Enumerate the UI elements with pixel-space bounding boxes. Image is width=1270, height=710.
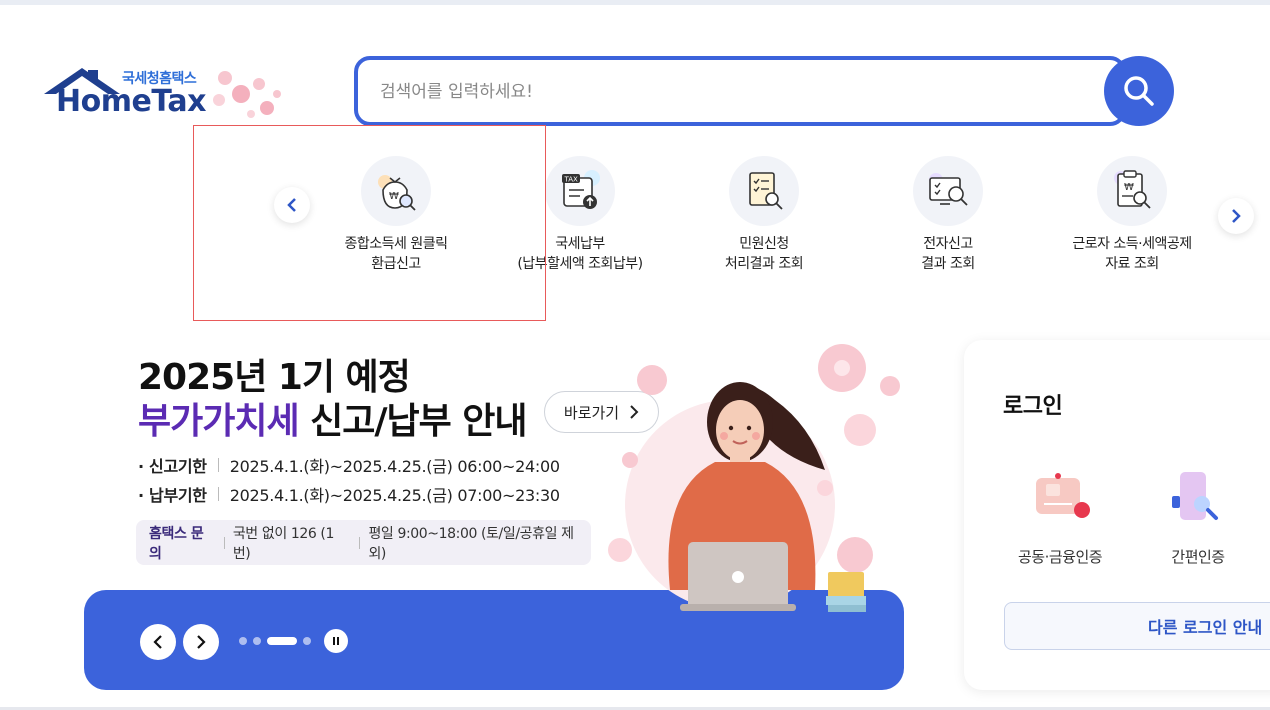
certificate-login-label: 공동·금융인증 bbox=[1018, 548, 1103, 566]
payment-period: · 납부기한 2025.4.1.(화)~2025.4.25.(금) 07:00~… bbox=[138, 482, 560, 506]
receipt-search-icon: ₩ bbox=[1097, 156, 1167, 226]
divider bbox=[359, 536, 361, 549]
slide-dot[interactable] bbox=[239, 637, 247, 645]
search-icon bbox=[1124, 76, 1154, 106]
filing-period-label: · 신고기한 bbox=[138, 457, 207, 476]
certificate-login-button[interactable]: 공동·금융인증 bbox=[1018, 470, 1103, 567]
divider bbox=[217, 487, 219, 501]
quick-menu-prev-button[interactable] bbox=[274, 187, 310, 223]
contact-hours: 평일 9:00~18:00 (토/일/공휴일 제외) bbox=[368, 525, 574, 562]
tax-payment-icon: TAX bbox=[545, 156, 615, 226]
phone-auth-icon bbox=[1172, 472, 1218, 520]
slide-dot[interactable] bbox=[253, 637, 261, 645]
svg-text:₩: ₩ bbox=[389, 191, 399, 202]
quick-menu-item-tax-payment[interactable]: TAX 국세납부 (납부할세액 조회납부) bbox=[490, 156, 670, 274]
banner-prev-button[interactable] bbox=[140, 624, 176, 660]
divider bbox=[217, 458, 219, 472]
login-title: 로그인 bbox=[1003, 394, 1063, 419]
banner-title-rest: 신고/납부 안내 bbox=[298, 401, 527, 442]
svg-text:₩: ₩ bbox=[1124, 182, 1134, 193]
banner-title-accent: 부가가치세 bbox=[138, 401, 300, 442]
chevron-left-icon bbox=[153, 635, 162, 649]
quick-menu-item-deduction-data[interactable]: ₩ 근로자 소득·세액공제 자료 조회 bbox=[1042, 156, 1222, 274]
simple-auth-login-button[interactable]: 간편인증 bbox=[1166, 470, 1230, 567]
filing-period-value: 2025.4.1.(화)~2025.4.25.(금) 06:00~24:00 bbox=[229, 457, 560, 476]
divider bbox=[223, 536, 225, 549]
contact-info: 홈택스 문의 국번 없이 126 (1번) 평일 9:00~18:00 (토/일… bbox=[136, 520, 591, 565]
monitor-search-icon bbox=[913, 156, 983, 226]
search-input[interactable] bbox=[380, 78, 1080, 106]
quick-menu-label: 근로자 소득·세액공제 자료 조회 bbox=[1072, 236, 1192, 272]
svg-text:TAX: TAX bbox=[564, 176, 579, 184]
other-login-button[interactable]: 다른 로그인 안내 bbox=[1004, 602, 1270, 650]
chevron-right-icon bbox=[197, 635, 206, 649]
banner-pause-button[interactable] bbox=[324, 629, 348, 653]
money-bag-search-icon: ₩ bbox=[361, 156, 431, 226]
quick-menu-item-efiling-result[interactable]: 전자신고 결과 조회 bbox=[858, 156, 1038, 274]
hometax-logo[interactable]: 국세청홈택스 HomeTax bbox=[42, 64, 292, 124]
quick-menu-label: 민원신청 처리결과 조회 bbox=[724, 236, 804, 272]
chevron-left-icon bbox=[287, 198, 296, 212]
filing-period: · 신고기한 2025.4.1.(화)~2025.4.25.(금) 06:00~… bbox=[138, 453, 560, 477]
pause-icon bbox=[333, 637, 339, 645]
payment-period-label: · 납부기한 bbox=[138, 486, 207, 505]
woman-laptop-illustration bbox=[608, 344, 900, 612]
logo-title: HomeTax bbox=[56, 84, 207, 119]
banner-next-button[interactable] bbox=[183, 624, 219, 660]
top-border bbox=[0, 0, 1270, 5]
chevron-right-icon bbox=[1232, 209, 1241, 223]
simple-auth-login-label: 간편인증 bbox=[1171, 548, 1225, 566]
search-box bbox=[354, 56, 1126, 126]
blossom-decoration bbox=[213, 71, 281, 118]
quick-menu-next-button[interactable] bbox=[1218, 198, 1254, 234]
contact-phone: 국번 없이 126 (1번) bbox=[232, 525, 335, 562]
certificate-card-icon bbox=[1036, 473, 1091, 518]
quick-menu-label: 전자신고 결과 조회 bbox=[921, 236, 975, 272]
quick-menu-label: 종합소득세 원클릭 환급신고 bbox=[344, 236, 449, 272]
slide-dot[interactable] bbox=[303, 637, 311, 645]
payment-period-value: 2025.4.1.(화)~2025.4.25.(금) 07:00~23:30 bbox=[229, 486, 560, 505]
slide-indicator bbox=[239, 637, 311, 645]
search-button[interactable] bbox=[1104, 56, 1174, 126]
quick-menu-item-refund[interactable]: ₩ 종합소득세 원클릭 환급신고 bbox=[306, 156, 486, 274]
checklist-search-icon bbox=[729, 156, 799, 226]
slide-dot-active[interactable] bbox=[267, 637, 297, 645]
other-login-label: 다른 로그인 안내 bbox=[1148, 618, 1263, 637]
banner-title-line2: 부가가치세 신고/납부 안내 bbox=[138, 392, 528, 444]
contact-label: 홈택스 문의 bbox=[149, 525, 204, 562]
quick-menu-label: 국세납부 (납부할세액 조회납부) bbox=[517, 236, 643, 272]
quick-menu-item-civil-result[interactable]: 민원신청 처리결과 조회 bbox=[674, 156, 854, 274]
